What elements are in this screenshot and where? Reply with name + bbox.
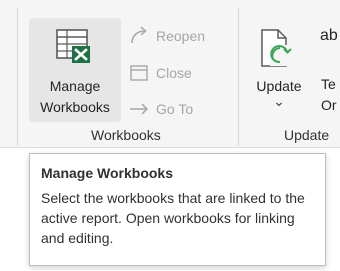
workbooks-group-label: Workbooks bbox=[91, 127, 161, 143]
reopen-button[interactable]: Reopen bbox=[128, 22, 205, 50]
update-group-label: Update bbox=[284, 127, 330, 143]
group-separator-left bbox=[17, 8, 18, 146]
close-window-icon bbox=[128, 62, 150, 84]
manage-workbooks-tooltip: Manage Workbooks Select the workbooks th… bbox=[29, 153, 326, 266]
tooltip-title: Manage Workbooks bbox=[41, 165, 173, 181]
close-button[interactable]: Close bbox=[128, 59, 192, 87]
ribbon: Manage Workbooks Reopen Close Go To Work… bbox=[0, 0, 340, 148]
reopen-arrow-icon bbox=[128, 25, 150, 47]
tooltip-body: Select the workbooks that are linked to … bbox=[41, 190, 305, 246]
chevron-down-icon: ⌄ bbox=[273, 93, 285, 109]
go-to-button[interactable]: Go To bbox=[128, 95, 193, 123]
partial-item-top[interactable]: ab bbox=[320, 27, 338, 45]
manage-workbooks-button[interactable]: Manage Workbooks bbox=[29, 18, 121, 122]
partial-item-mid2[interactable]: Or bbox=[321, 97, 337, 113]
close-label: Close bbox=[156, 65, 192, 81]
update-document-icon bbox=[256, 26, 300, 70]
go-to-arrow-icon bbox=[128, 98, 150, 120]
manage-workbooks-label-line1: Manage bbox=[49, 78, 101, 94]
update-button[interactable]: Update ⌄ bbox=[248, 18, 310, 122]
group-separator-middle bbox=[238, 8, 239, 146]
reopen-label: Reopen bbox=[156, 28, 206, 44]
go-to-label: Go To bbox=[156, 101, 194, 117]
partial-item-mid1[interactable]: Te bbox=[321, 76, 336, 92]
manage-workbooks-label-line2: Workbooks bbox=[40, 99, 110, 115]
excel-table-icon bbox=[53, 26, 97, 70]
